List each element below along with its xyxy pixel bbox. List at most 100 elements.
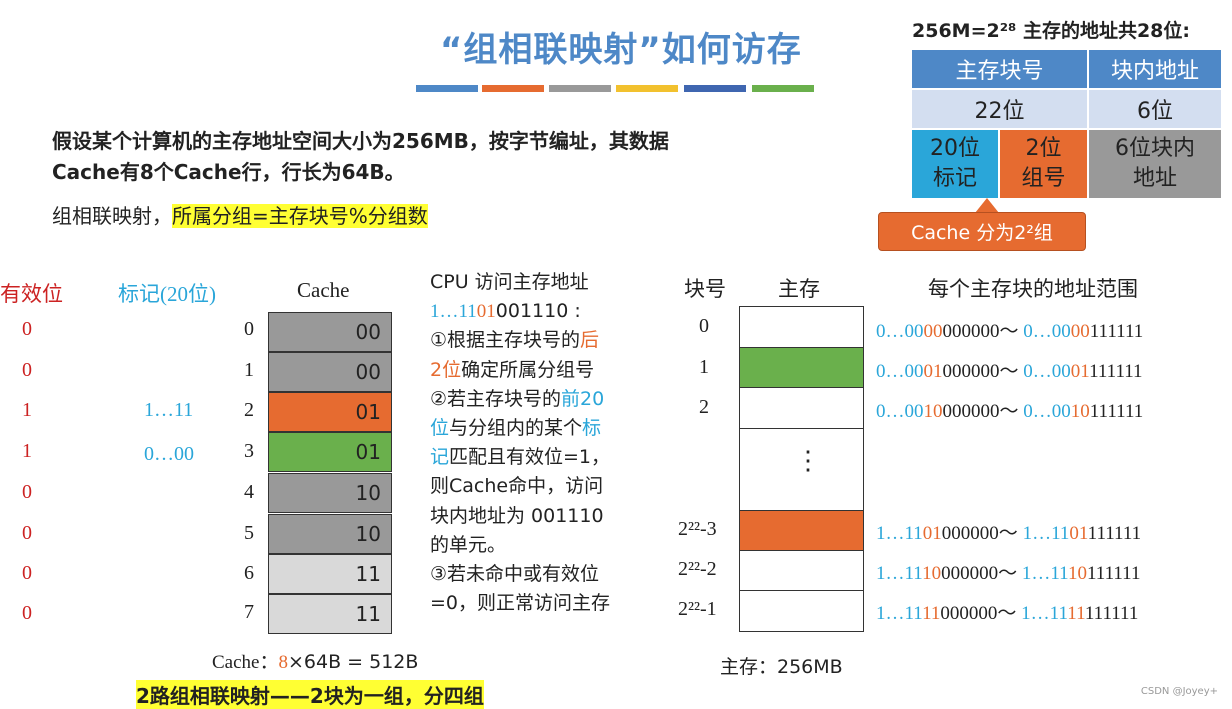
address-range: 0…0010000000～ 0…0010111111 [876,396,1143,423]
range-tag: 0…00 [876,401,924,422]
cache-row-index: 6 [244,562,254,584]
page-title: “组相联映射”如何访存 [440,30,802,70]
block-number: 2 [699,396,709,418]
cache-row: 00 [268,352,392,392]
step-2-line-1: ②若主存块号的前20 [430,385,610,414]
step-highlight: 后 [580,329,600,352]
valid-bit: 0 [22,481,32,503]
range-group: 01 [922,523,942,544]
step-2-line-5: 块内地址为 001110 [430,504,604,527]
range-offset: 000000～ [941,563,1022,584]
range-offset: 000000～ [942,361,1024,382]
watermark: CSDN @Joyey+ [1140,686,1218,697]
range-tag: 0…00 [876,321,924,342]
address-range: 1…1101000000～ 1…1101111111 [876,518,1141,545]
cache-row: 11 [268,554,392,594]
address-header: 256M=2²⁸ 主存的地址共28位: [912,20,1191,42]
intro-text: 假设某个计算机的主存地址空间大小为256MB，按字节编址，其数据Cache有8个… [52,129,669,184]
color-bar-darkblue [684,85,746,92]
step-highlight: 2位 [430,358,462,381]
memory-block [739,347,864,388]
range-group: 11 [922,603,941,624]
step-highlight: 标 [582,417,602,440]
cache-size: Cache：8×64B = 512B [212,647,418,674]
tag-bits-cell: 20位 标记 [912,130,1000,198]
memory-block [739,510,864,551]
cache-row-index: 2 [244,399,254,421]
valid-bit: 1 [22,440,32,462]
addr-group: 01 [476,301,496,323]
address-range: 1…1110000000～ 1…1110111111 [876,558,1140,585]
cache-row-index: 4 [244,481,254,503]
range-offset: 000000～ [942,401,1024,422]
cache-row: 01 [268,432,392,472]
block-number: 1 [699,356,709,378]
valid-bit: 0 [22,522,32,544]
step-text: 确定所属分组号 [461,358,595,381]
memory-block [739,550,864,591]
color-bar-blue [416,85,478,92]
range-tag: 0…00 [1023,361,1071,382]
step-intro: CPU 访问主存地址 [430,271,589,293]
block-number: 2²²-1 [678,598,717,620]
tag-value: 1…11 [144,399,194,421]
range-offset: 111111 [1088,523,1142,544]
block-number: 2²²-2 [678,558,717,580]
formula-prefix: 组相联映射， [52,204,172,228]
formula-highlight: 所属分组=主存块号%分组数 [172,204,428,228]
memory-block [739,306,864,348]
block-number-header: 主存块号 [912,50,1089,88]
cache-header: Cache [297,278,350,302]
valid-bit: 0 [22,318,32,340]
addr-offset: 001110 : [495,300,581,323]
range-offset: 000000～ [940,603,1022,624]
range-tag: 1…11 [876,563,923,584]
range-tag: 0…00 [1023,321,1071,342]
step-3-line-2: =0，则正常访问主存 [430,592,611,615]
cache-size-label: Cache： [212,652,279,673]
address-range-col-header: 每个主存块的地址范围 [928,277,1138,301]
step-text: ②若主存块号的 [430,387,562,410]
tag-header: 标记(20位) [118,282,216,306]
address-range: 1…1111000000～ 1…1111111111 [876,598,1138,625]
cache-row-index: 3 [244,440,254,462]
tag-value: 0…00 [144,443,194,465]
cache-size-rest: ×64B = 512B [287,651,419,673]
group-bits-cell: 2位 组号 [1000,130,1089,198]
range-group: 00 [1070,321,1090,342]
memory-size: 主存：256MB [720,656,843,678]
memory-block [739,387,864,429]
cache-row: 00 [268,312,392,352]
range-tag: 1…11 [876,603,923,624]
valid-bit: 0 [22,359,32,381]
range-tag: 1…11 [1021,603,1068,624]
step-2-line-4: 则Cache命中，访问 [430,475,604,498]
step-address: 1…1101001110 : [430,297,610,326]
range-offset: 111111 [1089,401,1144,422]
step-1-line-1: ①根据主存块号的后 [430,326,610,355]
cache-row-index: 7 [244,601,254,623]
summary-highlight: 2路组相联映射——2块为一组，分四组 [136,680,484,709]
cache-row: 11 [268,594,392,634]
badge-pointer [975,198,999,213]
step-text: 匹配且有效位=1， [449,446,611,469]
block-number-col-header: 块号 [684,277,726,301]
range-group: 01 [923,361,943,382]
range-offset: 111111 [1089,321,1144,342]
valid-bit: 0 [22,562,32,584]
range-group: 00 [923,321,943,342]
valid-bit: 1 [22,399,32,421]
memory-dots: ⋮ [795,446,821,475]
block-number: 0 [699,315,709,337]
step-2-line-3: 记匹配且有效位=1， [430,443,610,472]
cache-row-index: 5 [244,522,254,544]
range-group: 10 [1070,401,1090,422]
step-highlight: 记 [430,446,450,469]
address-range: 0…0000000000～ 0…0000111111 [876,316,1143,343]
valid-bit: 0 [22,602,32,624]
offset-bits-cell: 6位 [1089,90,1221,128]
range-group: 10 [1068,563,1087,584]
access-steps: CPU 访问主存地址 1…1101001110 : ①根据主存块号的后 2位确定… [430,268,610,618]
cache-row: 01 [268,392,392,432]
range-tag: 1…11 [876,523,923,544]
